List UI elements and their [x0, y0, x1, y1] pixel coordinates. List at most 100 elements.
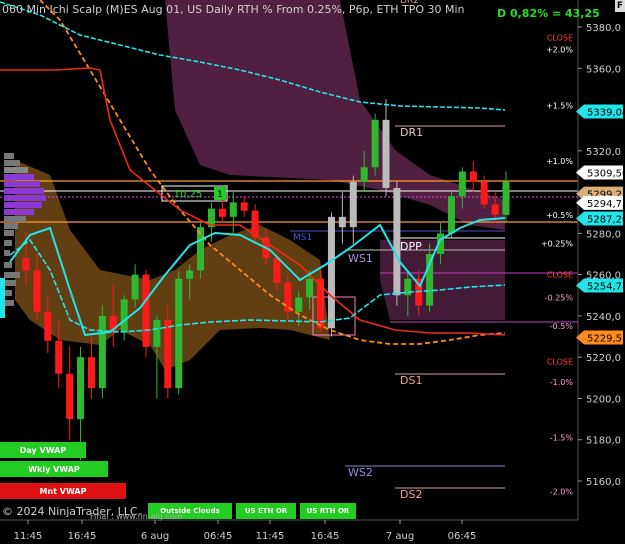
- volume-profile-bar: [4, 216, 26, 222]
- percent-label: CLOSE: [547, 357, 573, 366]
- y-tick-label: 5240,0: [586, 312, 621, 323]
- candle-body: [142, 274, 150, 347]
- y-tick-label: 5160,0: [586, 477, 621, 488]
- candle-body: [480, 181, 488, 205]
- range-box-count-label: 1: [217, 190, 223, 200]
- candle-body: [218, 208, 226, 217]
- candle-body: [382, 119, 390, 188]
- candle-body: [338, 216, 346, 228]
- candle-body: [349, 181, 357, 228]
- candle-body: [66, 373, 74, 420]
- y-tick-label: 5220,0: [586, 353, 621, 364]
- x-tick-label: 06:45: [204, 531, 233, 542]
- level-label: WS2: [348, 466, 373, 479]
- price-marker-label: 5254,71: [587, 282, 625, 293]
- vwap-button-label: Day VWAP: [20, 446, 67, 455]
- candle-body: [98, 315, 106, 389]
- percent-label: +0.25%: [541, 240, 574, 249]
- candle-body: [55, 340, 63, 374]
- candle-body: [164, 320, 172, 389]
- candle-body: [327, 216, 335, 329]
- delta-readout: D 0,82% = 43,25: [497, 7, 600, 20]
- volume-profile-bar: [4, 174, 34, 180]
- candle-body: [131, 274, 139, 300]
- x-tick-label: 16:45: [68, 531, 97, 542]
- volume-profile-bar: [4, 300, 14, 306]
- volume-profile-bar: [4, 202, 42, 208]
- percent-label: +1.0%: [546, 157, 573, 166]
- candle-body: [77, 357, 85, 420]
- volume-profile-bar: [4, 272, 20, 278]
- level-label: MS1: [293, 233, 312, 243]
- corner-button[interactable]: F: [615, 0, 625, 12]
- candle-body: [295, 297, 303, 312]
- candle-body: [371, 119, 379, 168]
- x-tick-label: 11:45: [14, 531, 43, 542]
- price-marker-label: 5287,20: [587, 215, 625, 226]
- y-tick-label: 5360,0: [586, 64, 621, 75]
- y-tick-label: 5180,0: [586, 436, 621, 447]
- candle-body: [491, 204, 499, 215]
- volume-profile-bar: [4, 262, 12, 268]
- volume-profile-bar: [4, 209, 34, 215]
- price-marker-label: 5294,75: [587, 199, 625, 210]
- percent-label: -1.0%: [550, 378, 574, 387]
- percent-label: -2.0%: [550, 487, 574, 496]
- watermark-url: Final : www.fin-alg.com: [90, 512, 183, 521]
- level-label: DS1: [400, 374, 422, 387]
- session-button-label: US RTH OR: [307, 507, 350, 515]
- candle-body: [44, 311, 52, 341]
- volume-profile-bar: [4, 188, 44, 194]
- percent-label: +0.5%: [546, 211, 573, 220]
- level-label: WS1: [348, 252, 373, 265]
- y-tick-label: 5200,0: [586, 394, 621, 405]
- y-tick-label: 5280,0: [586, 229, 621, 240]
- percent-label: +2.0%: [546, 46, 573, 55]
- vwap-button-label: Mnt VWAP: [40, 487, 87, 496]
- candle-body: [153, 320, 161, 347]
- volume-profile-bar: [4, 195, 46, 201]
- vwap-button-label: Wkly VWAP: [28, 465, 80, 474]
- volume-profile-bar: [4, 240, 12, 246]
- level-label: DR1: [400, 126, 423, 139]
- y-tick-label: 5320,0: [586, 147, 621, 158]
- candle-body: [360, 167, 368, 182]
- x-tick-label: 11:45: [256, 531, 285, 542]
- percent-label: -0.25%: [545, 293, 574, 302]
- volume-profile-bar: [4, 290, 12, 296]
- volume-profile-bar: [4, 160, 20, 166]
- level-label: DPP: [400, 240, 422, 253]
- candle-body: [240, 202, 248, 211]
- candle-body: [186, 270, 194, 279]
- percent-label: CLOSE: [547, 271, 573, 280]
- volume-profile-bar: [4, 167, 28, 173]
- x-tick-label: 16:45: [311, 531, 340, 542]
- candle-body: [229, 202, 237, 217]
- candle-body: [469, 171, 477, 182]
- session-button-label: US ETH OR: [245, 507, 288, 515]
- candle-body: [175, 278, 183, 389]
- price-chart[interactable]: 5160,05180,05200,05220,05240,05260,05280…: [0, 0, 625, 544]
- volume-profile-bar: [4, 181, 40, 187]
- profile-marker: [0, 278, 5, 318]
- candle-body: [306, 278, 314, 298]
- price-marker-label: 5309,50: [587, 168, 625, 179]
- volume-profile-bar: [4, 280, 16, 286]
- candle-body: [87, 357, 95, 389]
- y-tick-label: 5380,0: [586, 23, 621, 34]
- percent-label: -1.5%: [550, 434, 574, 443]
- volume-profile-bar: [4, 230, 14, 236]
- percent-label: -0.5%: [550, 322, 574, 331]
- percent-label: +1.5%: [546, 101, 573, 110]
- x-tick-label: 6 aug: [141, 531, 169, 542]
- x-tick-label: 7 aug: [386, 531, 414, 542]
- candle-body: [447, 196, 455, 234]
- volume-profile-bar: [4, 153, 14, 159]
- candle-body: [22, 258, 30, 271]
- candle-body: [33, 270, 41, 312]
- chart-title: 060 Min Ichi Scalp (M)ES Aug 01, US Dail…: [2, 3, 465, 16]
- volume-profile-bar: [4, 250, 10, 256]
- candle-body: [502, 181, 510, 215]
- candle-body: [458, 171, 466, 197]
- volume-profile-bar: [4, 223, 18, 229]
